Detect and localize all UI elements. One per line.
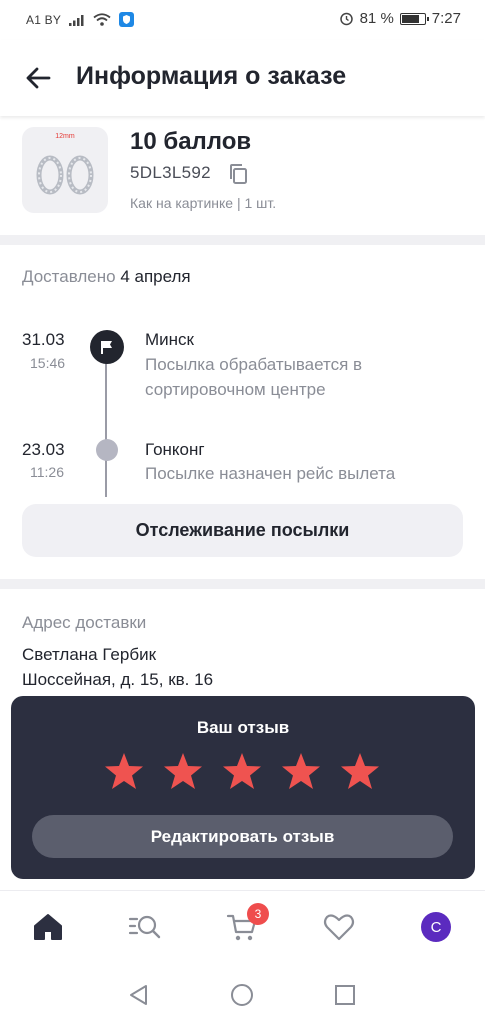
star-icon[interactable] [163, 752, 203, 790]
carrier-label: A1 BY [26, 12, 62, 27]
timeline-line [105, 355, 107, 450]
page-title: Информация о заказе [76, 62, 347, 90]
alarm-icon [339, 12, 353, 26]
star-icon[interactable] [281, 752, 321, 790]
timeline-marker [96, 439, 118, 461]
system-back-button[interactable] [126, 982, 152, 1008]
shield-app-icon [119, 12, 135, 27]
address-recipient: Светлана Гербик [22, 645, 157, 664]
star-icon[interactable] [340, 752, 380, 790]
back-button[interactable] [22, 62, 54, 94]
home-circle-icon [231, 984, 253, 1006]
product-id: 5DL3L592 [130, 163, 211, 182]
nav-home[interactable] [30, 909, 66, 945]
wifi-icon [93, 13, 111, 26]
product-name: 10 баллов [130, 128, 252, 155]
review-card: Ваш отзыв Редактировать отзыв [11, 696, 475, 879]
nav-profile[interactable]: С [418, 909, 454, 945]
delivery-status-label: Доставлено [22, 267, 116, 286]
clock: 7:27 [431, 10, 461, 27]
product-variant: Как на картинке | 1 шт. [130, 195, 277, 211]
bottom-nav: С [0, 890, 485, 968]
event-description: Посылка обрабатывается в сортировочном ц… [145, 355, 363, 399]
flag-icon [101, 341, 112, 354]
track-parcel-button[interactable]: Отслеживание посылки [22, 504, 463, 557]
copy-icon [230, 164, 247, 184]
event-city: Минск [145, 330, 194, 349]
edit-review-button[interactable]: Редактировать отзыв [32, 815, 453, 858]
event-date: 31.03 [22, 330, 65, 349]
delivery-status: Доставлено 4 апреля [22, 267, 191, 287]
profile-avatar: С [421, 912, 451, 942]
status-bar: A1 BY 81 % 7:27 [0, 0, 485, 40]
delivery-date: 4 апреля [120, 267, 191, 286]
back-triangle-icon [130, 985, 147, 1005]
timeline-line [105, 455, 107, 497]
timeline-marker-current [90, 330, 124, 364]
system-nav-bar [0, 968, 485, 1024]
home-icon [34, 914, 62, 940]
address-street: Шоссейная, д. 15, кв. 16 [22, 670, 214, 689]
product-image-size-label: 12mm [55, 133, 75, 140]
product-summary[interactable]: 12mm 10 баллов 5DL3L592 Как на картинке … [0, 120, 485, 235]
review-title: Ваш отзыв [196, 718, 290, 737]
section-divider [0, 235, 485, 245]
event-time: 15:46 [30, 355, 66, 371]
nav-catalog-search[interactable] [127, 909, 163, 945]
event-time: 11:26 [30, 464, 64, 480]
event-city: Гонконг [145, 440, 205, 459]
heart-icon [323, 914, 355, 941]
app-header: Информация о заказе [0, 40, 485, 116]
system-home-button[interactable] [229, 982, 255, 1008]
signal-icon [69, 14, 84, 26]
star-icon[interactable] [222, 752, 262, 790]
star-rating[interactable] [104, 752, 380, 790]
battery-icon [399, 12, 429, 25]
copy-button[interactable] [228, 162, 250, 186]
arrow-left-icon [26, 67, 51, 89]
battery-percent: 81 % [359, 10, 394, 27]
status-left: A1 BY [26, 12, 135, 27]
recents-square-icon [335, 985, 355, 1005]
address-label: Адрес доставки [22, 613, 147, 632]
search-catalog-icon [128, 915, 161, 939]
cart-badge: 3 [247, 903, 269, 925]
status-right: 81 % 7:27 [339, 10, 461, 27]
event-date: 23.03 [22, 440, 65, 459]
nav-favorites[interactable] [321, 909, 357, 945]
section-divider [0, 579, 485, 589]
battery-level [401, 14, 419, 23]
system-recents-button[interactable] [332, 982, 358, 1008]
event-description: Посылке назначен рейс вылета [145, 464, 396, 483]
product-image[interactable]: 12mm [22, 127, 108, 213]
star-icon[interactable] [104, 752, 144, 790]
